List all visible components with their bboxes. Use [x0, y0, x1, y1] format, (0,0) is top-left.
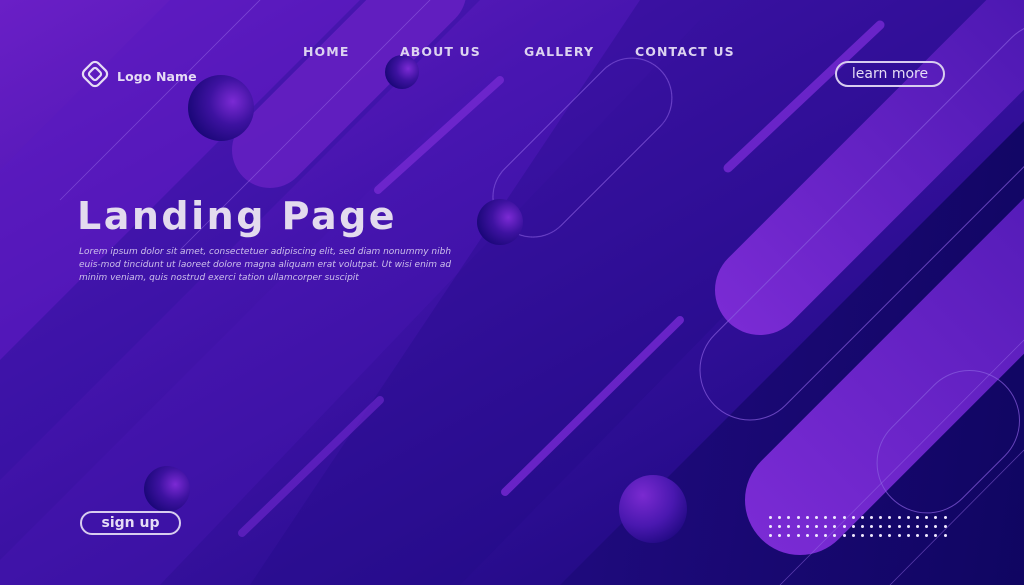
decor-dot — [769, 525, 772, 528]
decor-dot — [925, 525, 929, 528]
decor-dot — [860, 525, 864, 528]
decor-dot — [842, 534, 846, 537]
decor-dot — [814, 534, 818, 537]
decor-dot — [897, 516, 901, 519]
nav-item-about-us[interactable]: ABOUT US — [400, 44, 481, 59]
decor-dot — [943, 534, 947, 537]
decor-dot — [906, 525, 910, 528]
decor-sphere — [188, 75, 254, 141]
decor-dot — [842, 525, 846, 528]
dot-grid-decoration — [769, 516, 947, 537]
landing-page: Logo Name HOME ABOUT US GALLERY CONTACT … — [0, 0, 1024, 585]
decor-dot — [925, 534, 929, 537]
decor-dot — [897, 534, 901, 537]
decor-dot — [943, 525, 947, 528]
concentric-diamond-icon — [79, 58, 111, 94]
decor-dot — [778, 516, 782, 519]
decor-sphere — [477, 199, 523, 245]
logo-name: Logo Name — [117, 68, 197, 84]
decor-dot — [934, 534, 938, 537]
decor-dot — [860, 516, 864, 519]
decor-dot — [897, 525, 901, 528]
decor-dot — [906, 534, 910, 537]
hero-description: Lorem ipsum dolor sit amet, consectetuer… — [79, 247, 452, 283]
decor-dot — [934, 516, 938, 519]
decor-dot — [916, 534, 919, 537]
decor-dot — [851, 525, 855, 528]
decor-dot — [888, 525, 892, 528]
decor-dot — [833, 525, 837, 528]
decor-dot — [888, 534, 892, 537]
decor-dot — [851, 516, 855, 519]
decor-dot — [851, 534, 855, 537]
decor-dot — [769, 516, 772, 519]
decor-dot — [888, 516, 892, 519]
sign-up-button[interactable]: sign up — [80, 511, 181, 535]
decor-dot — [787, 525, 791, 528]
decor-dot — [805, 525, 809, 528]
decor-dot — [934, 525, 938, 528]
decor-dot — [787, 516, 791, 519]
page-title: Landing Page — [77, 194, 398, 238]
decor-dot — [916, 525, 919, 528]
decor-dot — [814, 525, 818, 528]
decor-dot — [824, 516, 828, 519]
decor-dot — [769, 534, 772, 537]
top-nav: HOME ABOUT US GALLERY CONTACT US — [0, 44, 1024, 62]
nav-item-gallery[interactable]: GALLERY — [524, 44, 594, 59]
decor-dot — [906, 516, 910, 519]
decor-dot — [796, 516, 800, 519]
nav-item-contact-us[interactable]: CONTACT US — [635, 44, 735, 59]
decor-dot — [778, 534, 782, 537]
decor-dot — [805, 516, 809, 519]
decor-dot — [824, 534, 828, 537]
decor-sphere — [144, 466, 190, 512]
decor-dot — [796, 525, 800, 528]
logo[interactable]: Logo Name — [79, 58, 197, 94]
decor-dot — [787, 534, 791, 537]
decor-dot — [916, 516, 919, 519]
decor-dot — [879, 525, 883, 528]
decor-dot — [814, 516, 818, 519]
decor-dot — [860, 534, 864, 537]
decor-sphere — [619, 475, 687, 543]
decor-dot — [833, 516, 837, 519]
decor-dot — [879, 516, 883, 519]
decor-dot — [943, 516, 947, 519]
nav-item-home[interactable]: HOME — [303, 44, 349, 59]
decor-dot — [870, 534, 874, 537]
decor-dot — [842, 516, 846, 519]
decor-dot — [824, 525, 828, 528]
decor-dot — [870, 516, 874, 519]
decor-dot — [879, 534, 883, 537]
learn-more-button[interactable]: learn more — [835, 61, 945, 87]
decor-dot — [925, 516, 929, 519]
decor-dot — [870, 525, 874, 528]
decor-dot — [778, 525, 782, 528]
decor-dot — [796, 534, 800, 537]
decor-dot — [805, 534, 809, 537]
decor-dot — [833, 534, 837, 537]
